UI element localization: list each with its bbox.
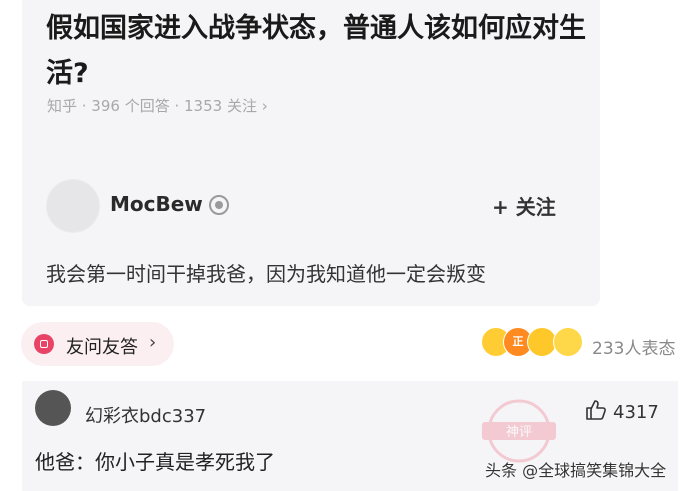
grin-emoji-icon — [553, 327, 583, 357]
chat-icon — [34, 334, 54, 354]
chevron-right-icon: › — [149, 332, 157, 353]
comment-text[interactable]: 他爸：你小子真是孝死我了 — [35, 446, 275, 475]
reaction-count[interactable]: 233人表态 — [592, 334, 675, 359]
answer-author-row: MocBew + 关注 — [46, 179, 586, 233]
follow-button[interactable]: + 关注 — [492, 191, 556, 220]
question-title[interactable]: 假如国家进入战争状态，普通人该如何应对生活? — [46, 6, 591, 96]
comment-username[interactable]: 幻彩衣bdc337 — [85, 402, 206, 428]
like-count[interactable]: 4317 — [613, 402, 659, 423]
comment-avatar[interactable] — [35, 390, 71, 426]
answer-text[interactable]: 我会第一时间干掉我爸，因为我知道他一定会叛变 — [46, 258, 486, 287]
ask-friend-button[interactable]: 友问友答 › — [21, 322, 174, 366]
thumbs-up-icon[interactable] — [584, 398, 608, 422]
svg-text:神评: 神评 — [506, 425, 532, 440]
seal-watermark: 神评 — [482, 399, 556, 463]
author-name[interactable]: MocBew — [110, 192, 203, 216]
ask-friend-label: 友问友答 — [66, 337, 138, 358]
reaction-emojis[interactable]: 正 — [481, 327, 586, 359]
question-meta[interactable]: 知乎 · 396 个回答 · 1353 关注 › — [47, 95, 268, 116]
avatar[interactable] — [46, 179, 100, 233]
source-watermark: 头条 @全球搞笑集锦大全 — [485, 461, 667, 480]
badge-icon — [209, 195, 229, 215]
